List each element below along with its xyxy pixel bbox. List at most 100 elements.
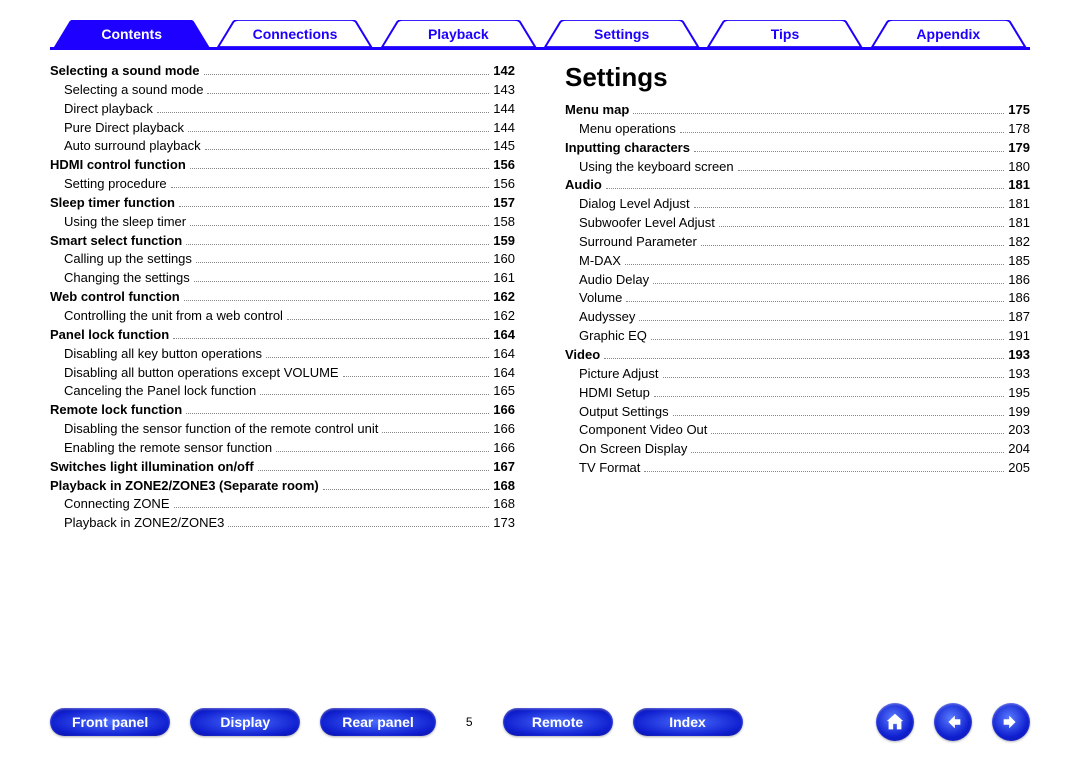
toc-text: Graphic EQ: [579, 327, 647, 346]
toc-page: 178: [1008, 120, 1030, 139]
toc-entry[interactable]: Canceling the Panel lock function165: [50, 382, 515, 401]
toc-entry[interactable]: Component Video Out203: [565, 421, 1030, 440]
toc-entry[interactable]: Controlling the unit from a web control1…: [50, 307, 515, 326]
top-tabs: Contents Connections Playback Settings T…: [50, 20, 1030, 50]
toc-entry[interactable]: Audyssey187: [565, 308, 1030, 327]
toc-entry[interactable]: Playback in ZONE2/ZONE3 (Separate room)1…: [50, 477, 515, 496]
toc-entry[interactable]: Volume186: [565, 289, 1030, 308]
toc-entry[interactable]: Switches light illumination on/off167: [50, 458, 515, 477]
tab-playback[interactable]: Playback: [377, 20, 540, 47]
toc-entry[interactable]: Sleep timer function157: [50, 194, 515, 213]
toc-entry[interactable]: Remote lock function166: [50, 401, 515, 420]
front-panel-button[interactable]: Front panel: [50, 708, 170, 736]
toc-entry[interactable]: Calling up the settings160: [50, 250, 515, 269]
leader-dots: [343, 376, 490, 377]
toc-entry[interactable]: Direct playback144: [50, 100, 515, 119]
toc-page: 164: [493, 326, 515, 345]
toc-entry[interactable]: Selecting a sound mode142: [50, 62, 515, 81]
home-button[interactable]: [876, 703, 914, 741]
tab-appendix[interactable]: Appendix: [867, 20, 1030, 47]
toc-entry[interactable]: Web control function162: [50, 288, 515, 307]
leader-dots: [207, 93, 489, 94]
toc-entry[interactable]: HDMI control function156: [50, 156, 515, 175]
leader-dots: [604, 358, 1004, 359]
rear-panel-button[interactable]: Rear panel: [320, 708, 436, 736]
toc-page: 204: [1008, 440, 1030, 459]
toc-text: Inputting characters: [565, 139, 690, 158]
index-button[interactable]: Index: [633, 708, 743, 736]
toc-entry[interactable]: Menu operations178: [565, 120, 1030, 139]
toc-text: Panel lock function: [50, 326, 169, 345]
toc-entry[interactable]: Picture Adjust 193: [565, 365, 1030, 384]
toc-entry[interactable]: Changing the settings161: [50, 269, 515, 288]
toc-page: 156: [493, 156, 515, 175]
toc-text: Picture Adjust: [579, 365, 659, 384]
leader-dots: [663, 377, 1005, 378]
prev-page-button[interactable]: [934, 703, 972, 741]
toc-page: 193: [1008, 365, 1030, 384]
toc-text: Disabling the sensor function of the rem…: [64, 420, 378, 439]
toc-entry[interactable]: M-DAX185: [565, 252, 1030, 271]
toc-entry[interactable]: Surround Parameter 182: [565, 233, 1030, 252]
toc-entry[interactable]: Auto surround playback 145: [50, 137, 515, 156]
toc-page: 164: [493, 364, 515, 383]
toc-entry[interactable]: Video193: [565, 346, 1030, 365]
toc-entry[interactable]: Subwoofer Level Adjust181: [565, 214, 1030, 233]
toc-page: 182: [1008, 233, 1030, 252]
toc-text: Calling up the settings: [64, 250, 192, 269]
toc-entry[interactable]: Using the keyboard screen180: [565, 158, 1030, 177]
leader-dots: [625, 264, 1004, 265]
leader-dots: [691, 452, 1004, 453]
tab-connections[interactable]: Connections: [213, 20, 376, 47]
toc-text: Surround Parameter: [579, 233, 697, 252]
toc-page: 168: [493, 495, 515, 514]
toc-entry[interactable]: TV Format205: [565, 459, 1030, 478]
toc-entry[interactable]: Output Settings199: [565, 403, 1030, 422]
remote-button[interactable]: Remote: [503, 708, 613, 736]
toc-page: 144: [493, 119, 515, 138]
toc-entry[interactable]: Audio Delay186: [565, 271, 1030, 290]
toc-text: On Screen Display: [579, 440, 687, 459]
toc-entry[interactable]: Disabling the sensor function of the rem…: [50, 420, 515, 439]
leader-dots: [651, 339, 1004, 340]
toc-entry[interactable]: Using the sleep timer158: [50, 213, 515, 232]
toc-text: Selecting a sound mode: [50, 62, 200, 81]
toc-entry[interactable]: Smart select function159: [50, 232, 515, 251]
toc-text: Web control function: [50, 288, 180, 307]
tab-settings[interactable]: Settings: [540, 20, 703, 47]
toc-entry[interactable]: Selecting a sound mode143: [50, 81, 515, 100]
toc-entry[interactable]: On Screen Display 204: [565, 440, 1030, 459]
toc-entry[interactable]: Pure Direct playback144: [50, 119, 515, 138]
toc-entry[interactable]: Playback in ZONE2/ZONE3173: [50, 514, 515, 533]
toc-text: Auto surround playback: [64, 137, 201, 156]
toc-page: 145: [493, 137, 515, 156]
toc-entry[interactable]: Graphic EQ191: [565, 327, 1030, 346]
leader-dots: [204, 74, 490, 75]
tab-tips[interactable]: Tips: [703, 20, 866, 47]
leader-dots: [179, 206, 489, 207]
toc-entry[interactable]: Audio181: [565, 176, 1030, 195]
toc-text: Remote lock function: [50, 401, 182, 420]
tab-contents[interactable]: Contents: [50, 20, 213, 47]
toc-entry[interactable]: Dialog Level Adjust181: [565, 195, 1030, 214]
toc-entry[interactable]: Setting procedure156: [50, 175, 515, 194]
toc-entry[interactable]: Disabling all key button operations164: [50, 345, 515, 364]
next-page-button[interactable]: [992, 703, 1030, 741]
tab-label: Tips: [771, 26, 800, 42]
toc-page: 181: [1008, 195, 1030, 214]
toc-entry[interactable]: Connecting ZONE168: [50, 495, 515, 514]
toc-entry[interactable]: Inputting characters179: [565, 139, 1030, 158]
toc-entry[interactable]: Enabling the remote sensor function166: [50, 439, 515, 458]
leader-dots: [190, 168, 490, 169]
toc-entry[interactable]: Disabling all button operations except V…: [50, 364, 515, 383]
leader-dots: [287, 319, 489, 320]
toc-page: 159: [493, 232, 515, 251]
leader-dots: [196, 262, 489, 263]
toc-entry[interactable]: HDMI Setup195: [565, 384, 1030, 403]
leader-dots: [171, 187, 490, 188]
display-button[interactable]: Display: [190, 708, 300, 736]
toc-entry[interactable]: Menu map175: [565, 101, 1030, 120]
toc-entry[interactable]: Panel lock function 164: [50, 326, 515, 345]
toc-text: Playback in ZONE2/ZONE3: [64, 514, 224, 533]
toc-page: 161: [493, 269, 515, 288]
